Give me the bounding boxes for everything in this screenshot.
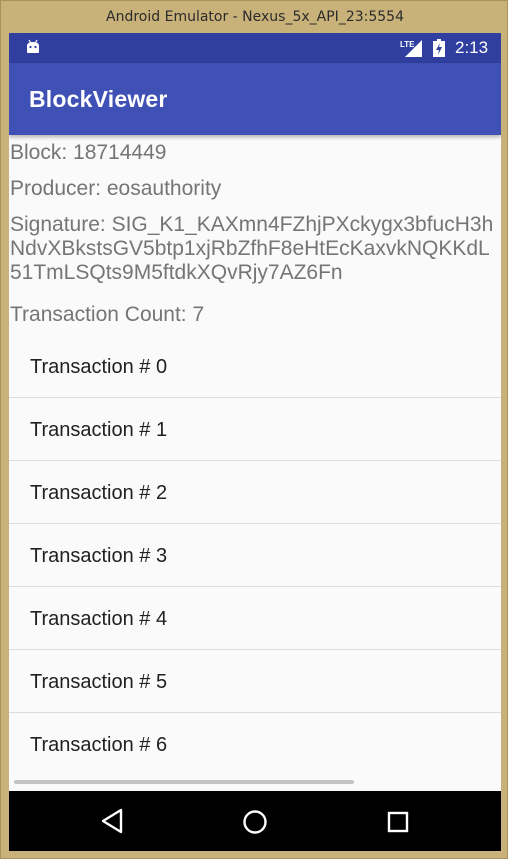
device-screen: LTE 2:13 BlockViewer Block: 18714449 Pro… <box>9 33 501 851</box>
transaction-label: Transaction # 4 <box>30 608 168 630</box>
navigation-bar <box>9 791 501 851</box>
back-icon[interactable] <box>100 808 124 834</box>
app-title: BlockViewer <box>29 86 168 112</box>
horizontal-scrollbar[interactable] <box>14 780 354 784</box>
transaction-item[interactable]: Transaction # 4 <box>9 587 501 650</box>
svg-text:LTE: LTE <box>400 40 415 49</box>
android-notification-icon <box>27 39 39 53</box>
emulator-frame: Android Emulator - Nexus_5x_API_23:5554 … <box>0 0 508 859</box>
block-details: Block: 18714449 Producer: eosauthority S… <box>9 135 501 791</box>
transaction-item[interactable]: Transaction # 2 <box>9 461 501 524</box>
transaction-label: Transaction # 3 <box>30 545 168 567</box>
app-bar: BlockViewer <box>9 63 501 135</box>
transaction-item[interactable]: Transaction # 5 <box>9 650 501 713</box>
transaction-label: Transaction # 1 <box>30 419 168 441</box>
transaction-item[interactable]: Transaction # 6 <box>9 713 501 775</box>
transaction-label: Transaction # 6 <box>30 734 168 756</box>
transaction-label: Transaction # 2 <box>30 482 168 504</box>
home-icon[interactable] <box>242 809 268 835</box>
transaction-item[interactable]: Transaction # 1 <box>9 398 501 461</box>
block-signature: Signature: SIG_K1_KAXmn4FZhjPXckygx3bfuc… <box>10 213 494 284</box>
window-title: Android Emulator - Nexus_5x_API_23:5554 <box>106 9 404 25</box>
transaction-item[interactable]: Transaction # 0 <box>9 335 501 398</box>
recents-icon[interactable] <box>387 811 409 833</box>
block-producer: Producer: eosauthority <box>10 177 222 200</box>
transaction-label: Transaction # 5 <box>30 671 168 693</box>
transaction-label: Transaction # 0 <box>30 356 168 378</box>
status-bar: LTE 2:13 <box>9 33 501 63</box>
lte-signal-icon: LTE <box>400 40 422 57</box>
transaction-count: Transaction Count: 7 <box>10 303 205 326</box>
status-clock: 2:13 <box>455 38 489 57</box>
battery-charging-icon <box>433 39 445 57</box>
transaction-item[interactable]: Transaction # 3 <box>9 524 501 587</box>
block-number: Block: 18714449 <box>10 141 167 164</box>
transaction-list: Transaction # 0 Transaction # 1 Transact… <box>9 335 501 775</box>
